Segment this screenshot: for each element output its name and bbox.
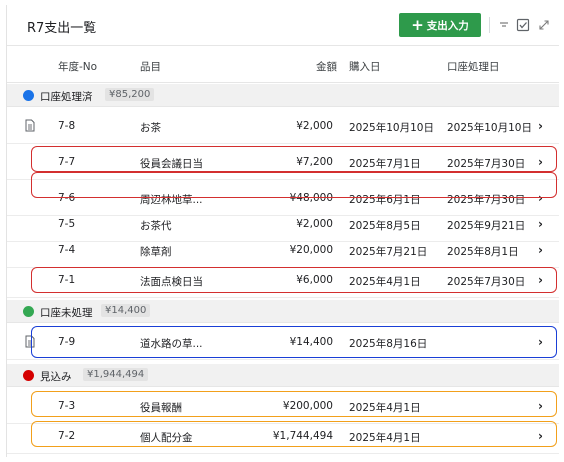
row-account-date: 2025年8月1日 xyxy=(447,246,519,258)
add-expense-label: 支出入力 xyxy=(426,19,469,32)
column-purchase-date[interactable]: 購入日 xyxy=(349,59,381,74)
row-highlight-blue xyxy=(31,326,557,358)
column-amount[interactable]: 金額 xyxy=(316,59,337,74)
row-highlight-red xyxy=(31,267,557,293)
chevron-right-icon[interactable]: › xyxy=(538,243,543,257)
chevron-right-icon[interactable]: › xyxy=(538,119,543,133)
row-amount: ¥2,000 xyxy=(296,218,333,230)
group-total: ¥85,200 xyxy=(105,88,155,101)
column-item[interactable]: 品目 xyxy=(140,59,161,74)
column-year-no[interactable]: 年度-No xyxy=(58,59,97,74)
column-account-date[interactable]: 口座処理日 xyxy=(447,59,500,74)
page-title: R7支出一覧 xyxy=(27,21,97,36)
row-item: お茶 xyxy=(140,122,161,134)
row-no: 7-4 xyxy=(58,244,76,256)
row-purchase-date: 2025年10月10日 xyxy=(349,122,434,134)
row-no: 7-5 xyxy=(58,218,76,230)
group-header-forecast[interactable]: 見込み ¥1,944,494 xyxy=(7,364,559,387)
expand-icon[interactable] xyxy=(537,18,551,32)
status-dot-green xyxy=(23,306,34,317)
status-dot-blue xyxy=(23,90,34,101)
row-purchase-date: 2025年7月21日 xyxy=(349,246,428,258)
add-expense-button[interactable]: + 支出入力 xyxy=(399,13,481,37)
group-label: 口座未処理 xyxy=(40,307,93,319)
row-amount: ¥20,000 xyxy=(289,244,333,256)
row-highlight-red xyxy=(31,146,557,172)
plus-icon: + xyxy=(411,15,424,34)
row-item: お茶代 xyxy=(140,220,172,232)
status-dot-red xyxy=(23,370,34,381)
table-row[interactable]: 7-8 お茶 ¥2,000 2025年10月10日 2025年10月10日 › xyxy=(7,108,559,144)
document-icon xyxy=(25,119,35,132)
group-header-unprocessed[interactable]: 口座未処理 ¥14,400 xyxy=(7,300,559,323)
row-highlight-red xyxy=(31,172,557,198)
filter-icon[interactable] xyxy=(497,18,511,32)
row-amount: ¥2,000 xyxy=(296,120,333,132)
group-header-processed[interactable]: 口座処理済 ¥85,200 xyxy=(7,84,559,107)
list-header: R7支出一覧 + 支出入力 xyxy=(7,5,559,43)
row-highlight-orange xyxy=(31,391,557,417)
row-account-date: 2025年10月10日 xyxy=(447,122,532,134)
toolbar-divider xyxy=(489,17,490,33)
group-label: 口座処理済 xyxy=(40,91,93,103)
row-purchase-date: 2025年8月5日 xyxy=(349,220,421,232)
checkbox-select-icon[interactable] xyxy=(516,18,530,32)
expense-list-panel: R7支出一覧 + 支出入力 年度-No 品目 金額 購入日 口座処理日 口座処理… xyxy=(6,5,559,457)
group-label: 見込み xyxy=(40,371,72,383)
group-total: ¥1,944,494 xyxy=(83,368,149,381)
column-header-row: 年度-No 品目 金額 購入日 口座処理日 xyxy=(7,45,559,83)
row-account-date: 2025年9月21日 xyxy=(447,220,526,232)
row-highlight-orange xyxy=(31,421,557,447)
group-total: ¥14,400 xyxy=(101,304,151,317)
row-item: 除草剤 xyxy=(140,246,172,258)
chevron-right-icon[interactable]: › xyxy=(538,217,543,231)
row-no: 7-8 xyxy=(58,120,76,132)
